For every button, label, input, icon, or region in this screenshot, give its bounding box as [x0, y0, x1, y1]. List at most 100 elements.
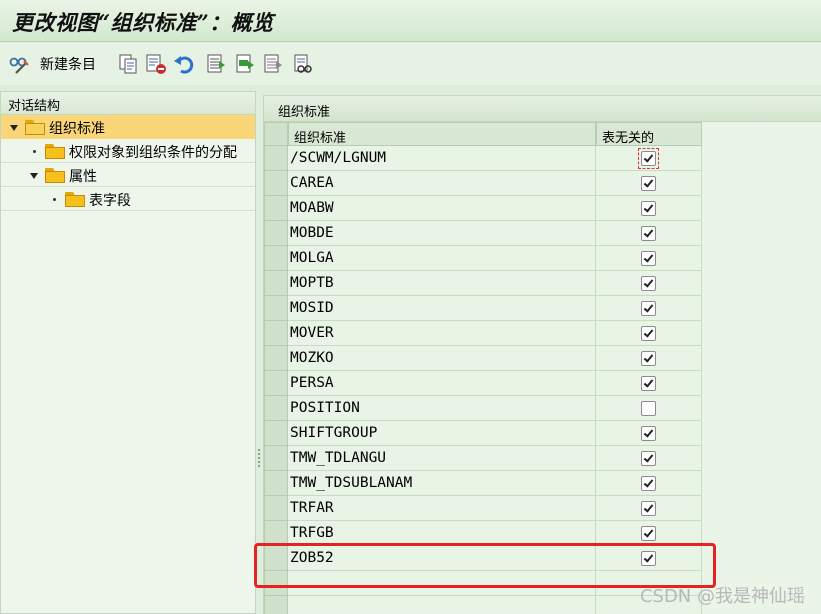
row-selector[interactable] [264, 296, 288, 321]
expand-arrow-icon[interactable] [30, 173, 38, 179]
table-independent-checkbox[interactable] [641, 201, 656, 216]
table-row: TMW_TDSUBLANAM [264, 471, 702, 496]
deselect-all-icon [262, 53, 284, 75]
select-all-rows-button[interactable] [264, 122, 288, 146]
checkmark-icon [643, 502, 654, 513]
row-selector[interactable] [264, 171, 288, 196]
folder-icon [65, 192, 85, 207]
table-independent-checkbox[interactable] [641, 426, 656, 441]
detail-button[interactable] [292, 52, 314, 76]
checkmark-icon [643, 527, 654, 538]
row-selector[interactable] [264, 421, 288, 446]
org-criteria-cell[interactable]: MOVER [288, 321, 596, 346]
tree-item-auth-object-assignment[interactable]: 权限对象到组织条件的分配 [1, 139, 255, 163]
table-header: 组织标准 表无关的 [264, 122, 702, 146]
table-independent-cell [596, 496, 702, 521]
table-row: MOSID [264, 296, 702, 321]
column-header-table-independent[interactable]: 表无关的 [596, 122, 702, 146]
dialog-structure-panel: 对话结构 组织标准 权限对象到组织条件的分配 属性 表字段 [0, 91, 256, 614]
table-independent-checkbox[interactable] [641, 226, 656, 241]
undo-button[interactable] [173, 52, 195, 76]
title-bar: 更改视图“组织标准”：概览 [0, 0, 821, 42]
org-criteria-cell[interactable]: MOLGA [288, 246, 596, 271]
copy-icon [117, 53, 139, 75]
table-independent-checkbox[interactable] [641, 401, 656, 416]
table-independent-checkbox[interactable] [641, 276, 656, 291]
table-independent-checkbox[interactable] [641, 451, 656, 466]
table-independent-cell [596, 321, 702, 346]
select-all-icon [205, 53, 227, 75]
column-header-org-criteria[interactable]: 组织标准 [288, 122, 596, 146]
table-independent-cell [596, 196, 702, 221]
row-selector[interactable] [264, 196, 288, 221]
glasses-edit-icon [8, 53, 30, 75]
org-criteria-cell[interactable]: MOBDE [288, 221, 596, 246]
table-independent-checkbox[interactable] [641, 376, 656, 391]
row-selector[interactable] [264, 396, 288, 421]
org-criteria-cell[interactable]: /SCWM/LGNUM [288, 146, 596, 171]
table-independent-cell [596, 171, 702, 196]
row-selector[interactable] [264, 471, 288, 496]
tree-item-table-fields[interactable]: 表字段 [1, 187, 255, 211]
org-criteria-cell[interactable]: MOABW [288, 196, 596, 221]
table-independent-checkbox[interactable] [641, 351, 656, 366]
row-selector[interactable] [264, 246, 288, 271]
org-criteria-cell[interactable]: MOZKO [288, 346, 596, 371]
org-criteria-cell[interactable]: POSITION [288, 396, 596, 421]
org-criteria-cell[interactable]: CAREA [288, 171, 596, 196]
row-selector[interactable] [264, 496, 288, 521]
org-criteria-cell[interactable]: TMW_TDLANGU [288, 446, 596, 471]
deselect-all-button[interactable] [262, 52, 284, 76]
panel-splitter[interactable] [256, 91, 263, 614]
expand-arrow-icon[interactable] [10, 125, 18, 131]
table-independent-checkbox[interactable] [641, 326, 656, 341]
table-independent-checkbox[interactable] [641, 501, 656, 516]
checkmark-icon [643, 202, 654, 213]
org-criteria-cell[interactable]: PERSA [288, 371, 596, 396]
org-criteria-cell[interactable]: MOSID [288, 296, 596, 321]
delete-button[interactable] [145, 52, 167, 76]
table-independent-cell [596, 421, 702, 446]
row-selector[interactable] [264, 346, 288, 371]
checkmark-icon [643, 427, 654, 438]
org-criteria-cell[interactable]: MOPTB [288, 271, 596, 296]
table-independent-cell [596, 346, 702, 371]
tree-item-org-criteria[interactable]: 组织标准 [1, 115, 255, 139]
org-criteria-cell[interactable]: TRFAR [288, 496, 596, 521]
row-selector[interactable] [264, 221, 288, 246]
table-row [264, 596, 702, 614]
row-selector[interactable] [264, 271, 288, 296]
org-criteria-cell[interactable]: TMW_TDSUBLANAM [288, 471, 596, 496]
table-row: SHIFTGROUP [264, 421, 702, 446]
new-entries-button[interactable]: 新建条目 [8, 52, 96, 76]
focus-indicator [638, 148, 659, 169]
folder-open-icon [25, 120, 45, 135]
detail-icon [292, 53, 314, 75]
folder-icon [45, 144, 65, 159]
table-independent-cell [596, 446, 702, 471]
table-row: /SCWM/LGNUM [264, 146, 702, 171]
row-selector[interactable] [264, 321, 288, 346]
table-independent-cell [596, 146, 702, 171]
table-independent-checkbox[interactable] [641, 251, 656, 266]
tree-item-label: 组织标准 [49, 121, 105, 137]
row-selector[interactable] [264, 371, 288, 396]
folder-icon [45, 168, 65, 183]
tree-item-attributes[interactable]: 属性 [1, 163, 255, 187]
table-row: MOVER [264, 321, 702, 346]
table-independent-cell [596, 371, 702, 396]
row-selector[interactable] [264, 146, 288, 171]
org-criteria-cell[interactable]: SHIFTGROUP [288, 421, 596, 446]
table-independent-checkbox[interactable] [641, 526, 656, 541]
table-row: CAREA [264, 171, 702, 196]
copy-button[interactable] [117, 52, 139, 76]
row-selector[interactable] [264, 596, 288, 614]
checkmark-icon [643, 452, 654, 463]
checkmark-icon [643, 327, 654, 338]
table-independent-checkbox[interactable] [641, 301, 656, 316]
table-independent-checkbox[interactable] [641, 176, 656, 191]
select-all-button[interactable] [205, 52, 227, 76]
row-selector[interactable] [264, 446, 288, 471]
table-independent-checkbox[interactable] [641, 476, 656, 491]
select-block-button[interactable] [234, 52, 256, 76]
